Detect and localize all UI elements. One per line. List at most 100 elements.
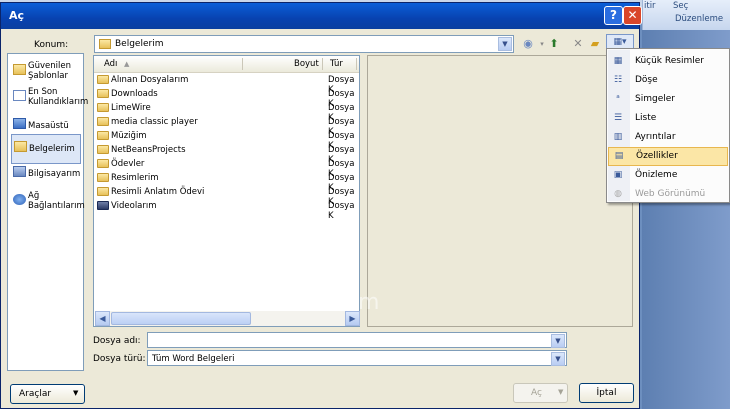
- file-name: NetBeansProjects: [111, 145, 186, 155]
- place-label: Belgelerim: [29, 144, 75, 154]
- place-my-computer[interactable]: Bilgisayarım: [11, 160, 81, 190]
- web-view-icon: ◍: [614, 189, 622, 199]
- place-label: En Son Kullandıklarım: [28, 87, 89, 107]
- close-button[interactable]: ✕: [623, 6, 642, 25]
- filename-label: Dosya adı:: [93, 336, 141, 346]
- menu-item-label: Simgeler: [635, 94, 675, 104]
- location-label: Konum:: [34, 40, 69, 50]
- filename-input[interactable]: ▼: [147, 332, 567, 348]
- select-ribbon-button[interactable]: Seç: [673, 1, 688, 11]
- open-button[interactable]: Aç ▼: [513, 383, 568, 403]
- tools-button[interactable]: Araçlar ▼: [10, 384, 85, 404]
- file-row[interactable]: media classic player Dosya K: [94, 115, 359, 137]
- tiles-icon: ☷: [613, 75, 623, 85]
- tools-label: Araçlar: [19, 389, 52, 399]
- new-folder-icon[interactable]: ▰: [588, 37, 602, 51]
- file-name: Resimlerim: [111, 173, 159, 183]
- file-row[interactable]: Resimlerim Dosya K: [94, 171, 359, 193]
- desktop-icon: [13, 118, 26, 129]
- place-label: Ağ Bağlantılarım: [28, 191, 85, 211]
- list-view-icon: ☰: [613, 113, 623, 123]
- menu-item-label: Döşe: [635, 75, 658, 85]
- menu-item-list[interactable]: ☰ Liste: [608, 109, 728, 128]
- place-label: Masaüstü: [28, 121, 69, 131]
- menu-item-label: Özellikler: [636, 151, 678, 161]
- editing-group-label: Düzenleme: [675, 14, 724, 24]
- background-ribbon-text: itir: [644, 1, 656, 11]
- column-separator[interactable]: [242, 58, 243, 70]
- file-name: Alınan Dosyalarım: [111, 75, 189, 85]
- menu-item-properties[interactable]: ▤ Özellikler: [608, 147, 728, 166]
- file-name: media classic player: [111, 117, 198, 127]
- recent-docs-icon: [13, 90, 26, 101]
- file-name: Resimli Anlatım Ödevi: [111, 187, 205, 197]
- title-bar: Aç ? ✕: [1, 3, 642, 29]
- menu-item-label: Önizleme: [635, 170, 678, 180]
- chevron-down-icon[interactable]: ▼: [551, 352, 565, 366]
- back-icon[interactable]: ◉: [521, 37, 535, 51]
- watermark: teknofilii.com: [231, 290, 380, 315]
- menu-item-thumbnails[interactable]: ▦ Küçük Resimler: [608, 52, 728, 71]
- up-folder-icon[interactable]: ⬆: [547, 37, 561, 51]
- sort-arrow-icon: ▲: [124, 60, 130, 68]
- menu-item-web-view: ◍ Web Görünümü: [608, 185, 728, 204]
- menu-item-details[interactable]: ▥ Ayrıntılar: [608, 128, 728, 147]
- computer-icon: [13, 166, 26, 177]
- column-separator[interactable]: [356, 58, 357, 70]
- menu-item-preview[interactable]: ▣ Önizleme: [608, 166, 728, 185]
- location-dropdown[interactable]: Belgelerim ▼: [94, 35, 514, 53]
- folder-icon: [97, 117, 109, 126]
- network-icon: [13, 194, 26, 205]
- column-separator[interactable]: [322, 58, 323, 70]
- file-list: Adı ▲ Boyut Tür Alınan Dosyalarım Dosya K…: [93, 55, 360, 327]
- details-view-icon: ▥: [613, 132, 623, 142]
- folder-icon: [13, 64, 26, 75]
- chevron-down-icon[interactable]: ▼: [498, 37, 512, 51]
- file-row[interactable]: LimeWire Dosya K: [94, 101, 359, 123]
- file-row[interactable]: Downloads Dosya K: [94, 87, 359, 109]
- file-row[interactable]: Resimli Anlatım Ödevi Dosya K: [94, 185, 359, 207]
- folder-icon: [97, 145, 109, 154]
- column-name[interactable]: Adı: [104, 59, 117, 69]
- place-label: Güvenilen Şablonlar: [28, 61, 71, 81]
- column-size[interactable]: Boyut: [294, 59, 319, 69]
- menu-item-label: Küçük Resimler: [635, 56, 704, 66]
- filetype-label: Dosya türü:: [93, 354, 146, 364]
- file-row[interactable]: Müziğim Dosya K: [94, 129, 359, 151]
- file-name: Müziğim: [111, 131, 147, 141]
- cancel-button[interactable]: İptal: [579, 383, 634, 403]
- dialog-title: Aç: [9, 9, 25, 22]
- file-row[interactable]: Videolarım Dosya K: [94, 199, 359, 221]
- open-label: Aç: [531, 388, 542, 398]
- menu-item-label: Ayrıntılar: [635, 132, 676, 142]
- open-dialog: Aç ? ✕ Konum: Belgelerim ▼ ◉ ▾ ⬆ ✕ ▰ ▦▾ …: [0, 2, 642, 409]
- place-label: Bilgisayarım: [28, 169, 81, 179]
- file-row[interactable]: NetBeansProjects Dosya K: [94, 143, 359, 165]
- file-name: Downloads: [111, 89, 158, 99]
- scrollbar-thumb[interactable]: [111, 312, 251, 325]
- help-button[interactable]: ?: [604, 6, 623, 25]
- filetype-dropdown[interactable]: Tüm Word Belgeleri ▼: [147, 350, 567, 366]
- file-row[interactable]: Ödevler Dosya K: [94, 157, 359, 179]
- folder-icon: [97, 159, 109, 168]
- delete-icon[interactable]: ✕: [571, 37, 585, 51]
- background-app-editing-group: itir Seç Düzenleme: [642, 0, 730, 30]
- column-type[interactable]: Tür: [330, 59, 343, 69]
- chevron-down-icon[interactable]: ▼: [551, 334, 565, 348]
- place-recent[interactable]: En Son Kullandıklarım: [11, 84, 89, 114]
- place-network[interactable]: Ağ Bağlantılarım: [11, 188, 85, 218]
- folder-icon: [99, 39, 111, 49]
- videos-folder-icon: [97, 201, 109, 210]
- menu-item-label: Liste: [635, 113, 657, 123]
- preview-view-icon: ▣: [613, 170, 623, 180]
- file-row[interactable]: Alınan Dosyalarım Dosya K: [94, 73, 359, 95]
- location-value: Belgelerim: [115, 39, 164, 49]
- menu-item-icons[interactable]: ᵃ Simgeler: [608, 90, 728, 109]
- menu-item-tiles[interactable]: ☷ Döşe: [608, 71, 728, 90]
- thumbnails-icon: ▦: [613, 56, 623, 66]
- file-name: Videolarım: [111, 201, 157, 211]
- scroll-left-icon[interactable]: ◀: [95, 311, 110, 326]
- chevron-down-icon: ▼: [558, 388, 564, 396]
- places-bar: Güvenilen Şablonlar En Son Kullandıkları…: [7, 53, 89, 371]
- file-list-header: Adı ▲ Boyut Tür: [94, 56, 359, 73]
